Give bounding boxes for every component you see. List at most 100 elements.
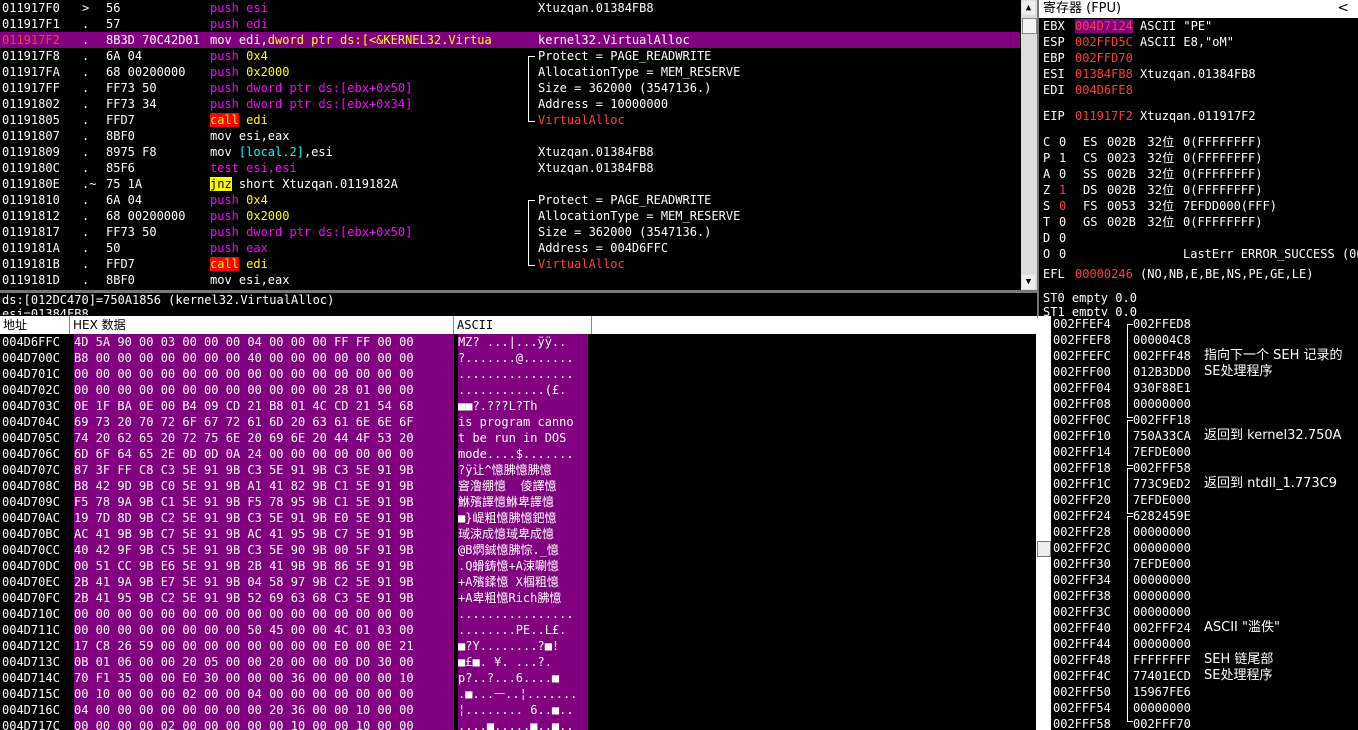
stack-value[interactable]: 00000000 [1133,524,1203,540]
dump-hex-bytes[interactable]: B8 00 00 00 00 00 00 00 40 00 00 00 00 0… [74,350,454,366]
stack-row[interactable]: 002FFF34 00000000 [1051,572,1358,588]
dump-hex-bytes[interactable]: 00 00 00 00 00 00 00 00 00 00 00 00 00 0… [74,366,454,382]
dump-ascii[interactable]: ?ÿ让^憶胇憶胇憶 [458,462,588,478]
disasm-row[interactable]: 011917FF. FF73 50 push dword ptr ds:[ebx+0… [0,80,1020,96]
dump-ascii[interactable]: .Q螖鋳憶+A涑唰憶 [458,558,588,574]
flag-bit[interactable]: 0 [1059,230,1083,246]
dump-row[interactable]: 004D715C 00 10 00 00 00 02 00 00 04 00 00… [0,686,1036,702]
disasm-row[interactable]: 01191809. 8975 F8 mov [local.2],esi Xtuzqan… [0,144,1020,160]
stack-row[interactable]: 002FFF40 002FFF24 ASCII "滥佚" [1051,620,1358,636]
dump-scrollbar[interactable] [1036,316,1051,730]
dump-ascii[interactable]: p?..?...6....■ [458,670,588,686]
stack-row[interactable]: 002FFF38 00000000 [1051,588,1358,604]
flag-bit[interactable]: 0 [1059,214,1083,230]
scroll-down-arrow-icon[interactable]: ▼ [1022,275,1035,289]
dump-hex-bytes[interactable]: 4D 5A 90 00 03 00 00 00 04 00 00 00 FF F… [74,334,454,350]
dump-row[interactable]: 004D711C 00 00 00 00 00 00 00 00 50 45 00… [0,622,1036,638]
dump-ascii[interactable]: ........PE..L£. [458,622,588,638]
memory-dump-pane[interactable]: 地址 HEX 数据 ASCII 004D6FFC 4D 5A 90 00 03 0… [0,316,1036,730]
disasm-row[interactable]: 0119180C. 85F6 test esi,esi Xtuzqan.01384FB… [0,160,1020,176]
dump-row[interactable]: 004D70FC 2B 41 95 9B C2 5E 91 9B 52 69 63… [0,590,1036,606]
stack-row[interactable]: 002FFF58 002FFF70 [1051,716,1358,730]
dump-ascii[interactable]: +A殯鍒憶 X椢粗憶 [458,574,588,590]
dump-hex-bytes[interactable]: B8 42 9D 9B C0 5E 91 9B A1 41 82 9B C1 5… [74,478,454,494]
dump-ascii[interactable]: 琙涑成憶琙卑成憶 [458,526,588,542]
dump-row[interactable]: 004D714C 70 F1 35 00 00 E0 30 00 00 00 36… [0,670,1036,686]
dump-hex-bytes[interactable]: 00 51 CC 9B E6 5E 91 9B 2B 41 9B 9B 86 5… [74,558,454,574]
dump-ascii[interactable]: 鮴殯譯憶鮴卑譯憶 [458,494,588,510]
disasm-row[interactable]: 0119181B. FFD7 call edi VirtualAlloc [0,256,1020,272]
register-value[interactable]: 011917F2 [1075,109,1133,123]
stack-row[interactable]: 002FFEF8 000004C8 [1051,332,1358,348]
dump-hex-bytes[interactable]: 00 00 00 00 00 00 00 00 00 00 00 00 28 0… [74,382,454,398]
stack-value[interactable]: 002FFF58 [1133,460,1203,476]
stack-row[interactable]: 002FFF04 930F88E1 [1051,380,1358,396]
flag-row[interactable]: O0 LastErr ERROR_SUCCESS (00000000) [1043,246,1358,262]
register-efl[interactable]: EFL 00000246 (NO,NB,E,BE,NS,PE,GE,LE) [1043,266,1313,282]
disasm-row[interactable]: 01191802. FF73 34 push dword ptr ds:[ebx+0… [0,96,1020,112]
dump-row[interactable]: 004D708C B8 42 9D 9B C0 5E 91 9B A1 41 82… [0,478,1036,494]
dump-ascii[interactable]: ■■?.???L?Th [458,398,588,414]
disasm-row[interactable]: 01191817. FF73 50 push dword ptr ds:[ebx+0… [0,224,1020,240]
stack-row[interactable]: 002FFF20 7EFDE000 [1051,492,1358,508]
scrollbar-thumb[interactable] [1022,18,1037,34]
dump-row[interactable]: 004D712C 17 C8 26 59 00 00 00 00 00 00 00… [0,638,1036,654]
dump-ascii[interactable]: ................ [458,606,588,622]
dump-hex-bytes[interactable]: 69 73 20 70 72 6F 67 72 61 6D 20 63 61 6… [74,414,454,430]
dump-ascii[interactable]: ....■.....■..■.. [458,718,588,730]
register-value[interactable]: 00000246 [1075,267,1133,281]
dump-ascii[interactable]: +A卑粗憶Rich胇憶 [458,590,588,606]
dump-row[interactable]: 004D717C 00 00 00 00 02 00 00 00 00 00 10… [0,718,1036,730]
dump-hex-bytes[interactable]: 70 F1 35 00 00 E0 30 00 00 00 36 00 00 0… [74,670,454,686]
stack-row[interactable]: 002FFEF4 002FFED8 [1051,316,1358,332]
dump-ascii[interactable]: ■£■. ¥. ...?. [458,654,588,670]
flag-bit[interactable]: 1 [1059,150,1083,166]
dump-hex-bytes[interactable]: 87 3F FF C8 C3 5E 91 9B C3 5E 91 9B C3 5… [74,462,454,478]
flag-row[interactable]: T 0 GS 002B 32位 0(FFFFFFFF) [1043,214,1262,230]
stack-value[interactable]: 002FFED8 [1133,316,1203,332]
dump-ascii[interactable]: MZ? ...|...ÿÿ.. [458,334,588,350]
register-eip[interactable]: EIP 011917F2 Xtuzqan.011917F2 [1043,108,1256,124]
flag-row[interactable]: D0 [1043,230,1183,246]
register-esi[interactable]: ESI 01384FB8 Xtuzqan.01384FB8 [1043,66,1256,82]
dump-ascii[interactable]: ?.......@....... [458,350,588,366]
stack-row[interactable]: 002FFF08 00000000 [1051,396,1358,412]
flag-row[interactable]: Z 1 DS 002B 32位 0(FFFFFFFF) [1043,182,1262,198]
disasm-row[interactable]: 011917F1. 57 push edi [0,16,1020,32]
register-ebp[interactable]: EBP 002FFD70 [1043,50,1140,66]
disasm-row[interactable]: 0119181D. 8BF0 mov esi,eax [0,272,1020,288]
collapse-arrow-icon[interactable]: < [1337,0,1349,16]
stack-value[interactable]: 002FFF18 [1133,412,1203,428]
dump-hex-bytes[interactable]: 00 00 00 00 00 00 00 00 00 00 00 00 00 0… [74,606,454,622]
dump-hex-bytes[interactable]: 19 7D 8D 9B C2 5E 91 9B C3 5E 91 9B E0 5… [74,510,454,526]
dump-row[interactable]: 004D705C 74 20 62 65 20 72 75 6E 20 69 6E… [0,430,1036,446]
registers-title-bar[interactable]: 寄存器 (FPU) < [1039,0,1358,18]
flag-row[interactable]: C 0 ES 002B 32位 0(FFFFFFFF) [1043,134,1262,150]
col-header-hex[interactable]: HEX 数据 [70,316,454,334]
dump-row[interactable]: 004D702C 00 00 00 00 00 00 00 00 00 00 00… [0,382,1036,398]
flag-bit[interactable]: 0 [1059,166,1083,182]
dump-row[interactable]: 004D710C 00 00 00 00 00 00 00 00 00 00 00… [0,606,1036,622]
register-value[interactable]: 002FFD5C [1075,35,1133,49]
disasm-row[interactable]: 0119181A. 50 push eax Address = 004D6FFC [0,240,1020,256]
stack-value[interactable]: 77401ECD [1133,668,1203,684]
dump-ascii[interactable]: ............(£. [458,382,588,398]
dump-ascii[interactable]: ■?Y........?■! [458,638,588,654]
stack-row[interactable]: 002FFF1C 773C9ED2 返回到 ntdll_1.773C9 [1051,476,1358,492]
stack-row[interactable]: 002FFF00 012B3DD0 SE处理程序 [1051,364,1358,380]
stack-row[interactable]: 002FFF3C 00000000 [1051,604,1358,620]
dump-row[interactable]: 004D706C 6D 6F 64 65 2E 0D 0D 0A 24 00 00… [0,446,1036,462]
dump-row[interactable]: 004D70DC 00 51 CC 9B E6 5E 91 9B 2B 41 9B… [0,558,1036,574]
stack-value[interactable]: 7EFDE000 [1133,444,1203,460]
stack-value[interactable]: 7EFDE000 [1133,492,1203,508]
stack-row[interactable]: 002FFF48 FFFFFFFF SEH 链尾部 [1051,652,1358,668]
dump-hex-bytes[interactable]: 00 00 00 00 02 00 00 00 00 00 10 00 00 1… [74,718,454,730]
register-ebx[interactable]: EBX 004D7124 ASCII "PE" [1043,18,1212,34]
flag-bit[interactable]: 0 [1059,134,1083,150]
flag-bit[interactable]: 1 [1059,182,1083,198]
stack-value[interactable]: 012B3DD0 [1133,364,1203,380]
dump-hex-bytes[interactable]: 00 00 00 00 00 00 00 00 50 45 00 00 4C 0… [74,622,454,638]
stack-value[interactable]: 930F88E1 [1133,380,1203,396]
flag-bit[interactable]: 0 [1059,198,1083,214]
register-value[interactable]: 002FFD70 [1075,51,1133,65]
